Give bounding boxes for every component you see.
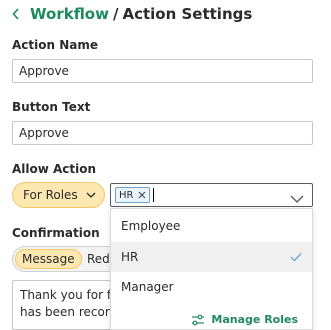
manage-roles-label: Manage Roles <box>211 313 298 326</box>
page-title: Action Settings <box>122 5 253 23</box>
breadcrumb: Workflow / Action Settings <box>12 3 252 25</box>
role-option-label: Employee <box>121 219 181 233</box>
action-settings-page: Workflow / Action Settings Action Name B… <box>0 0 331 330</box>
role-option-hr[interactable]: HR <box>111 242 312 272</box>
role-option-manager[interactable]: Manager <box>111 272 312 302</box>
allow-action-mode-value: For Roles <box>23 188 78 202</box>
role-option-employee[interactable]: Employee <box>111 211 312 241</box>
tab-message[interactable]: Message <box>15 249 82 269</box>
button-text-label: Button Text <box>12 100 91 114</box>
role-chip: HR <box>115 187 151 203</box>
text-caret <box>153 188 155 202</box>
manage-roles-link[interactable]: Manage Roles <box>191 313 298 326</box>
button-text-input[interactable] <box>12 121 313 145</box>
check-icon <box>290 251 302 265</box>
action-name-label: Action Name <box>12 38 98 52</box>
roles-multiselect[interactable]: HR <box>110 183 313 207</box>
chevron-left-icon[interactable] <box>12 6 24 22</box>
close-icon[interactable] <box>138 191 146 199</box>
chevron-down-icon <box>86 192 96 198</box>
role-option-label: HR <box>121 250 139 264</box>
allow-action-label: Allow Action <box>12 162 97 176</box>
allow-action-mode-select[interactable]: For Roles <box>12 182 105 208</box>
breadcrumb-separator: / <box>112 5 119 23</box>
breadcrumb-workflow-link[interactable]: Workflow <box>30 5 109 23</box>
action-name-input[interactable] <box>12 59 313 83</box>
chevron-down-icon[interactable] <box>290 189 304 208</box>
sliders-icon <box>191 314 205 326</box>
roles-dropdown: Employee HR Manager Manage Roles <box>110 208 313 330</box>
role-option-label: Manager <box>121 280 174 294</box>
confirmation-label: Confirmation <box>12 226 100 240</box>
role-chip-label: HR <box>119 189 134 201</box>
